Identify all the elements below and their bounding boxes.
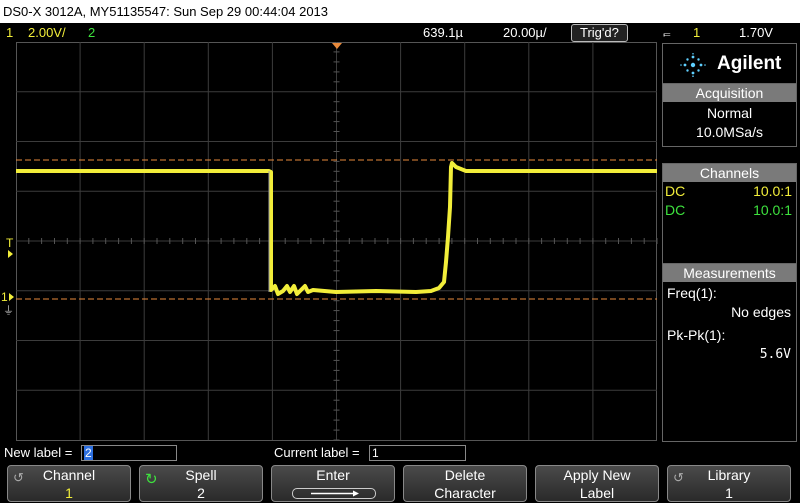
trigger-edge-icon: ⫭ — [663, 25, 671, 40]
current-label-field: 1 — [369, 445, 466, 461]
waveform-display[interactable]: T 1 ⏚ — [0, 42, 660, 442]
measurement-freq-value: No edges — [731, 304, 791, 320]
ch1-probe: 10.0:1 — [753, 183, 792, 199]
channel2-row[interactable]: DC 10.0:1 — [663, 201, 796, 220]
acquisition-box[interactable]: Acquisition Normal 10.0MSa/s — [662, 83, 797, 147]
title-bar: DS0-X 3012A, MY51135547: Sun Sep 29 00:4… — [0, 0, 800, 23]
softkey-library-label: Library — [707, 467, 751, 483]
channels-title: Channels — [663, 164, 796, 182]
softkey-spell-value: 2 — [197, 485, 205, 501]
sample-rate: 10.0MSa/s — [696, 124, 763, 140]
softkey-apply-new-label[interactable]: Apply New Label — [535, 465, 659, 502]
measurements-title: Measurements — [663, 264, 796, 282]
ch2-number[interactable]: 2 — [88, 23, 95, 42]
trigger-position-marker — [332, 43, 342, 49]
trigger-arrow-icon — [8, 250, 13, 258]
softkey-library[interactable]: ↺ Library 1 — [667, 465, 791, 502]
measurement-freq-label: Freq(1): — [667, 285, 717, 301]
measurement-pkpk-value: 5.6V — [759, 347, 791, 362]
new-label-value: 2 — [84, 446, 93, 460]
current-label-value: 1 — [372, 446, 379, 460]
trigger-source[interactable]: 1 — [693, 23, 700, 42]
brand-box: Agilent — [662, 43, 797, 85]
ground-icon: ⏚ — [3, 305, 14, 317]
current-label-text: Current label = — [274, 445, 360, 460]
softkey-enter-label: Enter — [316, 467, 350, 483]
measurements-box[interactable]: Measurements Freq(1): No edges Pk-Pk(1):… — [662, 263, 797, 442]
channel1-ground-arrow-icon — [9, 293, 14, 301]
channel1-row[interactable]: DC 10.0:1 — [663, 182, 796, 201]
brand-name: Agilent — [717, 53, 782, 74]
ch2-coupling: DC — [665, 202, 686, 218]
softkey-enter[interactable]: Enter — [271, 465, 395, 502]
horizontal-position[interactable]: 639.1µ — [423, 23, 463, 42]
new-label-field[interactable]: 2 — [81, 445, 177, 461]
trigger-status-button[interactable]: Trig'd? — [571, 24, 628, 42]
acquisition-mode: Normal — [706, 105, 753, 121]
softkey-channel-label: Channel — [42, 467, 96, 483]
ch1-number[interactable]: 1 — [6, 23, 13, 42]
softkey-channel-value: 1 — [65, 485, 73, 501]
softkey-spell[interactable]: ↻ Spell 2 — [139, 465, 263, 502]
label-edit-row: New label = 2 Current label = 1 — [0, 443, 800, 463]
right-panel: Agilent Acquisition Normal 10.0MSa/s Cha… — [660, 42, 800, 442]
softkey-delete-label2: Character — [434, 485, 496, 501]
ch1-scale[interactable]: 2.00V/ — [28, 23, 66, 42]
trigger-level-marker: T — [6, 236, 14, 250]
waveform-grid — [16, 42, 658, 441]
title-text: DS0-X 3012A, MY51135547: Sun Sep 29 00:4… — [3, 4, 329, 19]
softkey-apply-label2: Label — [579, 485, 615, 501]
softkey-delete-character[interactable]: Delete Character — [403, 465, 527, 502]
softkey-channel[interactable]: ↺ Channel 1 — [7, 465, 131, 502]
channels-box[interactable]: Channels DC 10.0:1 DC 10.0:1 — [662, 163, 797, 265]
softkey-spell-label: Spell — [185, 467, 217, 483]
new-label-text: New label = — [4, 445, 73, 460]
enter-arrow-icon — [292, 488, 376, 499]
softkey-apply-label: Apply New — [563, 467, 631, 483]
softkey-bar: ↺ Channel 1 ↻ Spell 2 Enter Delete Chara… — [0, 463, 800, 503]
status-bar: 1 2.00V/ 2 639.1µ 20.00µ/ Trig'd? ⫭ 1 1.… — [0, 23, 800, 42]
ch2-probe: 10.0:1 — [753, 202, 792, 218]
measurement-pkpk-label: Pk-Pk(1): — [667, 327, 726, 343]
timebase[interactable]: 20.00µ/ — [503, 23, 547, 42]
softkey-delete-label: Delete — [444, 467, 486, 483]
ch1-coupling: DC — [665, 183, 686, 199]
trigger-level[interactable]: 1.70V — [739, 23, 773, 42]
softkey-library-value: 1 — [725, 485, 733, 501]
agilent-logo-icon — [679, 53, 707, 82]
acquisition-title: Acquisition — [663, 84, 796, 102]
